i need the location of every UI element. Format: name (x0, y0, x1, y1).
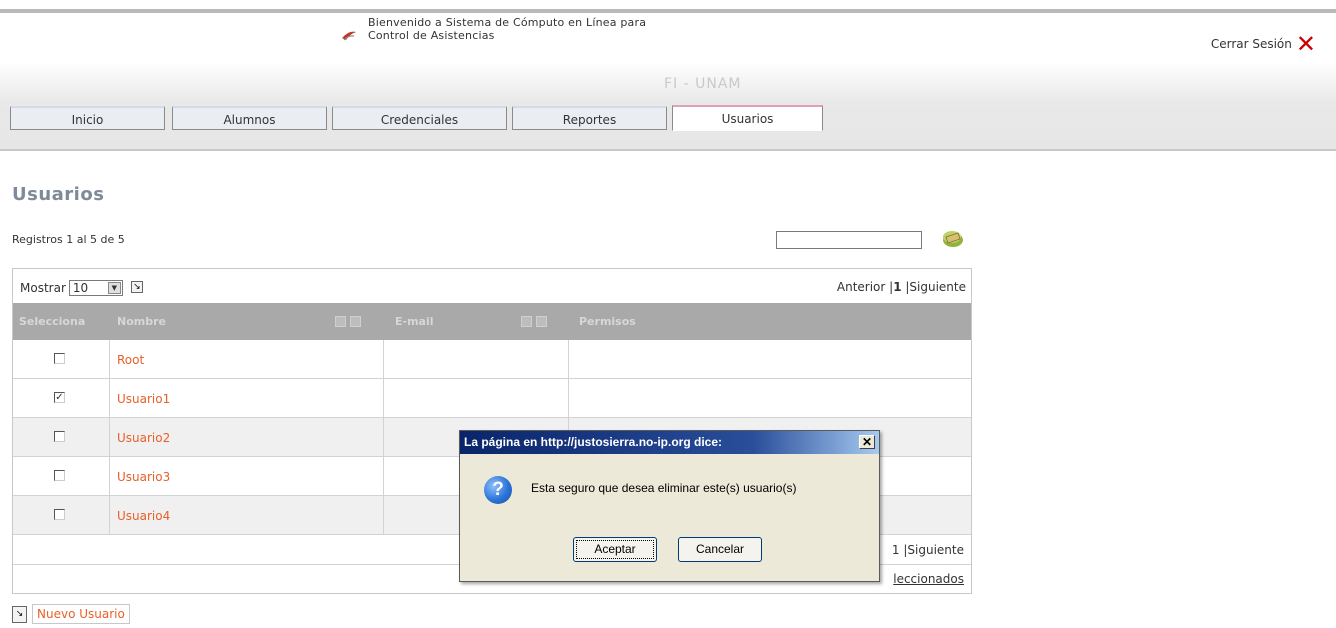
logo-icon (342, 31, 356, 41)
welcome-line-2: Control de Asistencias (368, 29, 495, 42)
table-header: Selecciona Nombre E-mail Permisos (13, 303, 971, 340)
user-link[interactable]: Usuario4 (117, 509, 170, 523)
chevron-down-icon: ▼ (107, 282, 121, 294)
table-row: Root (13, 340, 971, 379)
row-checkbox[interactable] (54, 509, 65, 520)
tab-alumnos[interactable]: Alumnos (172, 106, 327, 130)
search-input[interactable] (776, 231, 922, 249)
banner-title: FI - UNAM (664, 76, 742, 92)
question-icon: ? (484, 476, 512, 504)
pager-bottom-text[interactable]: 1 |Siguiente (892, 543, 964, 557)
col-email[interactable]: E-mail (395, 315, 434, 328)
pager-top: Anterior |1 |Siguiente (836, 280, 966, 294)
new-user-button[interactable]: Nuevo Usuario (32, 604, 130, 624)
row-checkbox[interactable] (54, 431, 65, 442)
column-divider (383, 340, 384, 535)
welcome-block: Bienvenido a Sistema de Cómputo en Línea… (340, 16, 646, 44)
dialog-message: Esta seguro que desea eliminar este(s) u… (531, 481, 797, 495)
nav-divider (0, 149, 1336, 151)
welcome-line-1: Bienvenido a Sistema de Cómputo en Línea… (368, 16, 647, 29)
email-sort-icons[interactable] (521, 316, 547, 327)
accept-button[interactable]: Aceptar (573, 537, 657, 562)
tab-credenciales[interactable]: Credenciales (332, 106, 507, 130)
nombre-sort-icons[interactable] (335, 316, 361, 327)
new-user-area: ↘ Nuevo Usuario (12, 604, 130, 624)
close-icon[interactable]: ✕ (859, 435, 875, 449)
arrow-icon[interactable]: ↘ (12, 605, 27, 623)
user-link[interactable]: Usuario1 (117, 392, 170, 406)
row-checkbox[interactable]: ✓ (54, 392, 65, 403)
page-size-value: 10 (72, 281, 89, 295)
page-size-control: Mostrar 10 ▼ ↘ (20, 280, 143, 296)
sort-desc-icon[interactable] (350, 316, 361, 327)
tab-inicio[interactable]: Inicio (10, 106, 165, 130)
col-permisos: Permisos (579, 315, 636, 328)
pager-current: 1 (893, 280, 902, 294)
col-selecciona: Selecciona (19, 315, 86, 328)
sort-asc-icon[interactable] (335, 316, 346, 327)
tab-reportes[interactable]: Reportes (512, 106, 667, 130)
dialog-titlebar: La página en http://justosierra.no-ip.or… (460, 431, 879, 454)
show-label: Mostrar (20, 281, 66, 295)
tab-usuarios[interactable]: Usuarios (672, 105, 823, 131)
apply-arrow-icon[interactable]: ↘ (130, 281, 143, 293)
column-divider (109, 340, 110, 535)
sort-asc-icon[interactable] (521, 316, 532, 327)
row-checkbox[interactable] (54, 353, 65, 364)
pager-next[interactable]: Siguiente (909, 280, 966, 294)
col-nombre[interactable]: Nombre (117, 315, 166, 328)
confirm-dialog: La página en http://justosierra.no-ip.or… (459, 430, 880, 582)
user-link[interactable]: Usuario3 (117, 470, 170, 484)
search-icon[interactable] (940, 225, 966, 251)
user-link[interactable]: Root (117, 353, 144, 367)
close-x-icon: ✕ (1295, 30, 1316, 58)
dialog-title: La página en http://justosierra.no-ip.or… (464, 435, 723, 449)
page-size-select[interactable]: 10 ▼ (68, 280, 123, 296)
user-link[interactable]: Usuario2 (117, 431, 170, 445)
page-title: Usuarios (12, 184, 105, 205)
table-row: ✓ Usuario1 (13, 379, 971, 418)
pager-prev[interactable]: Anterior (837, 280, 885, 294)
sort-desc-icon[interactable] (536, 316, 547, 327)
delete-selected-link[interactable]: leccionados (893, 572, 964, 586)
logout-label: Cerrar Sesión (1210, 37, 1292, 51)
records-count: Registros 1 al 5 de 5 (12, 233, 125, 246)
top-border (0, 9, 1336, 13)
row-checkbox[interactable] (54, 470, 65, 481)
logout-button[interactable]: Cerrar Sesión ✕ (1210, 30, 1316, 58)
cancel-button[interactable]: Cancelar (678, 537, 762, 562)
